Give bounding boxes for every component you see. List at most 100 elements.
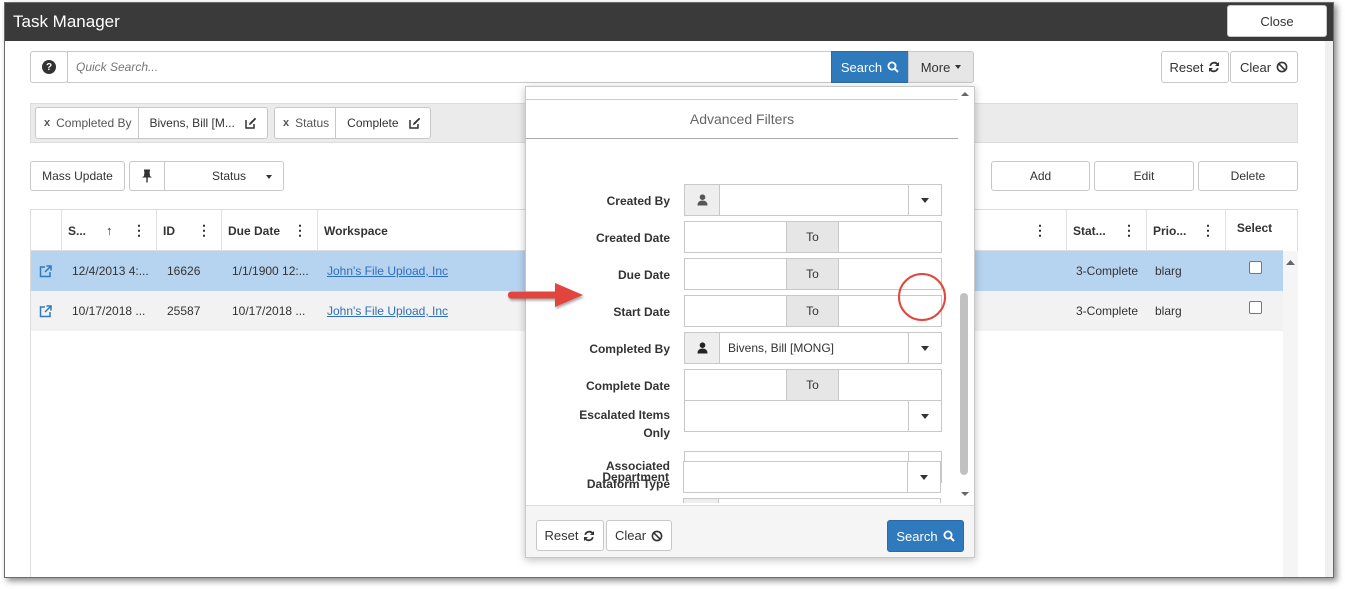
reset-button[interactable]: Reset — [1161, 51, 1229, 83]
scroll-down-icon[interactable] — [958, 489, 972, 499]
completed-by-input[interactable]: Bivens, Bill [MONG] — [719, 332, 909, 364]
clear-label: Clear — [1239, 59, 1272, 75]
department-dropdown[interactable] — [907, 461, 941, 493]
column-header-label: Select — [1236, 220, 1273, 235]
column-header-id[interactable]: ID ⋮ — [156, 210, 221, 251]
remove-x-icon[interactable]: x — [44, 117, 50, 129]
created-by-dropdown[interactable] — [908, 184, 942, 216]
escalated-items-dropdown[interactable] — [908, 400, 942, 432]
help-button[interactable]: ? — [30, 51, 68, 83]
column-menu-icon[interactable]: ⋮ — [1122, 223, 1136, 237]
filter-chip-value[interactable]: Complete — [336, 108, 428, 138]
scroll-up-icon[interactable] — [958, 89, 972, 99]
search-button[interactable]: Search — [831, 51, 909, 83]
user-icon — [684, 184, 720, 216]
add-button[interactable]: Add — [991, 161, 1090, 191]
escalated-items-select[interactable] — [684, 400, 909, 432]
delete-button[interactable]: Delete — [1198, 161, 1298, 191]
chevron-down-icon — [955, 65, 962, 69]
window-title: Task Manager — [13, 12, 120, 31]
column-menu-icon[interactable]: ⋮ — [197, 223, 211, 237]
caret-down-icon — [920, 474, 928, 480]
filter-chip-value[interactable]: Bivens, Bill [M... — [139, 108, 265, 138]
mass-update-button[interactable]: Mass Update — [30, 161, 125, 191]
open-external-icon[interactable] — [39, 251, 59, 291]
pin-icon — [142, 169, 152, 183]
filter-chip-label[interactable]: x Completed By — [36, 108, 139, 138]
cell-id: 25587 — [167, 304, 201, 318]
column-menu-icon[interactable]: ⋮ — [1033, 223, 1047, 237]
created-by-input[interactable] — [719, 184, 909, 216]
annotation-highlight-circle — [898, 273, 946, 321]
caret-down-icon — [921, 413, 929, 419]
column-header-label: Due Date — [228, 223, 281, 238]
close-button[interactable]: Close — [1227, 5, 1327, 37]
panel-clear-button[interactable]: Clear — [606, 520, 672, 551]
completed-by-dropdown[interactable] — [908, 332, 942, 364]
created-date-to[interactable] — [838, 221, 942, 253]
search-icon — [943, 530, 955, 542]
search-label: Search — [840, 59, 883, 75]
department-select[interactable] — [683, 461, 908, 493]
associated-dataform-line1: Associated — [605, 459, 670, 473]
refresh-icon — [1209, 61, 1220, 73]
clear-button[interactable]: Clear — [1230, 51, 1298, 83]
escalated-items-line1: Escalated Items — [579, 408, 670, 422]
panel-scroll-thumb[interactable] — [960, 293, 968, 475]
column-header-priority[interactable]: Prio... ⋮ — [1146, 210, 1225, 251]
to-label: To — [786, 258, 839, 290]
caret-down-icon — [921, 345, 929, 351]
column-header-label: S... — [68, 223, 87, 238]
remove-x-icon[interactable]: x — [283, 117, 289, 129]
grid-scrollbar[interactable] — [1283, 251, 1298, 577]
edit-button[interactable]: Edit — [1094, 161, 1194, 191]
column-header-label: Workspace — [324, 223, 388, 238]
cell-due-date: 10/17/2018 ... — [232, 304, 306, 318]
filter-chip-value-text: Complete — [347, 116, 399, 130]
select-checkbox[interactable] — [1249, 287, 1262, 327]
created-date-label: Created Date — [595, 231, 670, 245]
escalated-items-line2: Only — [643, 426, 670, 440]
more-label: More — [920, 59, 951, 75]
column-header-due-date[interactable]: Due Date ⋮ — [221, 210, 317, 251]
ban-icon — [651, 530, 663, 541]
select-checkbox[interactable] — [1249, 247, 1262, 287]
workspace-link[interactable]: John's File Upload, Inc — [327, 291, 448, 331]
filter-chip-completed-by: x Completed By Bivens, Bill [M... — [35, 107, 268, 139]
column-header-start[interactable]: S... ↑ ⋮ — [61, 210, 156, 251]
column-menu-icon[interactable]: ⋮ — [1201, 223, 1215, 237]
scroll-up-icon[interactable] — [1283, 257, 1298, 269]
column-menu-icon[interactable]: ⋮ — [293, 223, 307, 237]
associated-dataform-line2: Dataform Type — [586, 477, 670, 491]
panel-clear-label: Clear — [614, 528, 647, 543]
more-button[interactable]: More — [908, 51, 974, 83]
filter-chip-label-text: Status — [295, 116, 330, 130]
created-date-from[interactable] — [684, 221, 787, 253]
complete-date-to[interactable] — [838, 369, 942, 401]
column-header-label: Prio... — [1153, 223, 1187, 238]
sort-up-icon: ↑ — [106, 223, 113, 238]
start-date-from[interactable] — [684, 295, 787, 327]
window-scrollbar[interactable] — [1325, 41, 1333, 577]
column-header-label: Stat... — [1073, 223, 1106, 238]
reset-label: Reset — [1169, 59, 1204, 75]
complete-date-from[interactable] — [684, 369, 787, 401]
filter-chip-status: x Status Complete — [274, 107, 431, 139]
chevron-down-icon — [266, 175, 272, 179]
title-bar: Task Manager Close — [5, 3, 1333, 41]
to-label: To — [786, 295, 839, 327]
due-date-from[interactable] — [684, 258, 787, 290]
workspace-link[interactable]: John's File Upload, Inc — [327, 251, 448, 291]
status-dropdown[interactable]: Status — [164, 161, 284, 191]
cell-status: 3-Complete — [1076, 304, 1139, 318]
open-external-icon[interactable] — [39, 291, 59, 331]
column-header-select[interactable]: Select — [1225, 210, 1283, 251]
panel-search-button[interactable]: Search — [887, 520, 964, 552]
column-header-status[interactable]: Stat... ⋮ — [1066, 210, 1146, 251]
panel-reset-button[interactable]: Reset — [536, 520, 604, 551]
pin-button[interactable] — [129, 161, 165, 191]
quick-search-input[interactable]: Quick Search... — [67, 51, 832, 83]
filter-chip-label[interactable]: x Status — [275, 108, 337, 138]
associated-dataform-label: Associated Dataform Type — [530, 457, 670, 493]
column-menu-icon[interactable]: ⋮ — [132, 223, 146, 237]
